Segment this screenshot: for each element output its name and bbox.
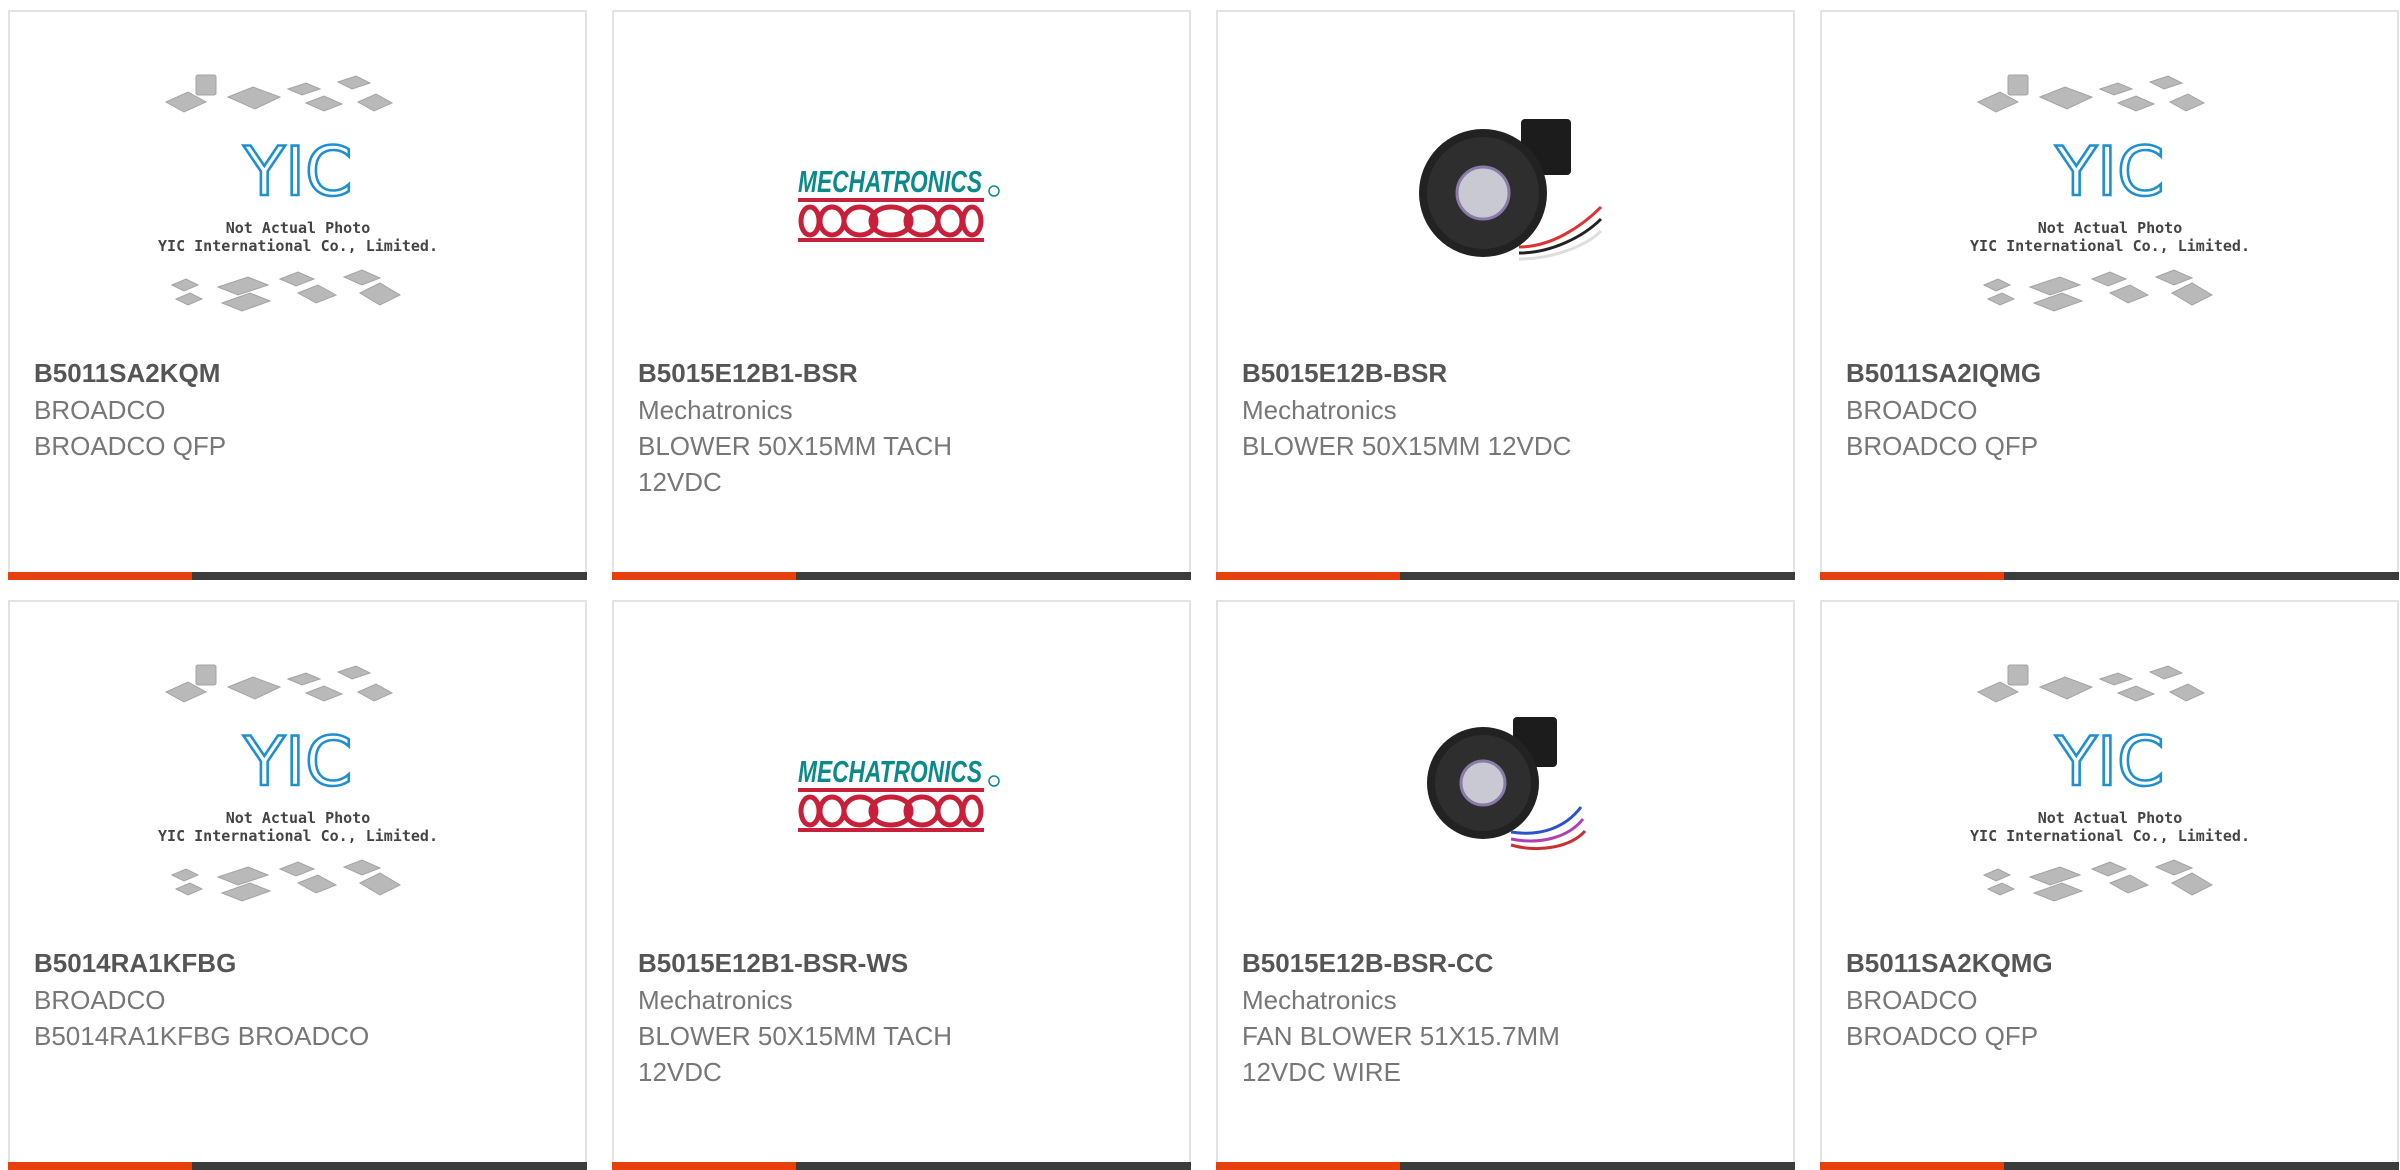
mechatronics-logo: MECHATRONICS: [797, 754, 1000, 832]
manufacturer: BROADCO: [34, 395, 166, 425]
product-card[interactable]: B5015E12B-BSR-CC Mechatronics FAN BLOWER…: [1216, 600, 1795, 1170]
description: BROADCO QFP: [1846, 431, 2039, 461]
product-card[interactable]: MECHATRONICS B5015E12B1-BSR-WS Mechatron…: [612, 600, 1191, 1170]
product-image[interactable]: YIC Not Actual Photo YIC International C…: [1822, 642, 2397, 942]
card-footer-bar: [1216, 572, 1795, 580]
manufacturer: BROADCO: [1846, 985, 1978, 1015]
card-footer-bar: [8, 572, 587, 580]
manufacturer: Mechatronics: [1242, 395, 1397, 425]
product-image[interactable]: [1218, 52, 1793, 352]
yic-logo: YIC: [2054, 723, 2164, 802]
svg-text:MECHATRONICS: MECHATRONICS: [798, 754, 982, 789]
yic-placeholder-image: YIC Not Actual Photo YIC International C…: [1970, 664, 2250, 902]
product-card[interactable]: YIC Not Actual Photo YIC International C…: [1820, 600, 2399, 1170]
yic-placeholder-image: YIC Not Actual Photo YIC International C…: [1970, 74, 2250, 312]
product-info: B5015E12B-BSR-CC Mechatronics FAN BLOWER…: [1242, 944, 1773, 1090]
product-info: B5011SA2KQMG BROADCO BROADCO QFP: [1846, 944, 2377, 1054]
card-footer-bar: [612, 1162, 1191, 1170]
part-number[interactable]: B5011SA2IQMG: [1846, 354, 2377, 392]
placeholder-caption: Not Actual Photo: [2037, 809, 2182, 827]
description: BLOWER 50X15MM 12VDC: [1242, 431, 1572, 461]
description: BROADCO QFP: [34, 431, 227, 461]
manufacturer: BROADCO: [1846, 395, 1978, 425]
yic-logo: YIC: [242, 133, 352, 212]
part-number[interactable]: B5014RA1KFBG: [34, 944, 565, 982]
placeholder-company: YIC International Co., Limited.: [158, 237, 438, 255]
yic-logo: YIC: [242, 723, 352, 802]
part-number[interactable]: B5015E12B-BSR-CC: [1242, 944, 1773, 982]
yic-logo: YIC: [2054, 133, 2164, 212]
product-info: B5015E12B1-BSR-WS Mechatronics BLOWER 50…: [638, 944, 1169, 1090]
product-image[interactable]: MECHATRONICS: [614, 642, 1189, 942]
description: BLOWER 50X15MM TACH 12VDC: [638, 1021, 953, 1087]
manufacturer: Mechatronics: [1242, 985, 1397, 1015]
product-info: B5015E12B1-BSR Mechatronics BLOWER 50X15…: [638, 354, 1169, 500]
description: FAN BLOWER 51X15.7MM 12VDC WIRE: [1242, 1021, 1560, 1087]
card-footer-bar: [8, 1162, 587, 1170]
card-footer-bar: [1216, 1162, 1795, 1170]
product-image[interactable]: YIC Not Actual Photo YIC International C…: [10, 642, 585, 942]
svg-text:MECHATRONICS: MECHATRONICS: [798, 164, 982, 199]
card-footer-bar: [1820, 572, 2399, 580]
product-image[interactable]: YIC Not Actual Photo YIC International C…: [1822, 52, 2397, 352]
placeholder-company: YIC International Co., Limited.: [158, 827, 438, 845]
blower-fan-photo: [1426, 717, 1586, 851]
yic-placeholder-image: YIC Not Actual Photo YIC International C…: [158, 664, 438, 902]
part-number[interactable]: B5011SA2KQM: [34, 354, 565, 392]
manufacturer: Mechatronics: [638, 395, 793, 425]
card-footer-bar: [1820, 1162, 2399, 1170]
part-number[interactable]: B5015E12B1-BSR: [638, 354, 1169, 392]
placeholder-caption: Not Actual Photo: [225, 809, 370, 827]
manufacturer: Mechatronics: [638, 985, 793, 1015]
part-number[interactable]: B5011SA2KQMG: [1846, 944, 2377, 982]
product-card[interactable]: B5015E12B-BSR Mechatronics BLOWER 50X15M…: [1216, 10, 1795, 580]
blower-fan-photo: [1418, 119, 1602, 261]
description: BROADCO QFP: [1846, 1021, 2039, 1051]
description: BLOWER 50X15MM TACH 12VDC: [638, 431, 953, 497]
placeholder-company: YIC International Co., Limited.: [1970, 237, 2250, 255]
product-image[interactable]: YIC Not Actual Photo YIC International C…: [10, 52, 585, 352]
placeholder-company: YIC International Co., Limited.: [1970, 827, 2250, 845]
product-image[interactable]: MECHATRONICS: [614, 52, 1189, 352]
product-info: B5011SA2IQMG BROADCO BROADCO QFP: [1846, 354, 2377, 464]
part-number[interactable]: B5015E12B-BSR: [1242, 354, 1773, 392]
product-info: B5014RA1KFBG BROADCO B5014RA1KFBG BROADC…: [34, 944, 565, 1054]
description: B5014RA1KFBG BROADCO: [34, 1021, 370, 1051]
product-grid: YIC Not Actual Photo YIC International C…: [8, 10, 2400, 1170]
part-number[interactable]: B5015E12B1-BSR-WS: [638, 944, 1169, 982]
placeholder-caption: Not Actual Photo: [2037, 219, 2182, 237]
placeholder-caption: Not Actual Photo: [225, 219, 370, 237]
product-card[interactable]: MECHATRONICS B5015E12B1-BSR Mechatronics…: [612, 10, 1191, 580]
product-card[interactable]: YIC Not Actual Photo YIC International C…: [8, 600, 587, 1170]
manufacturer: BROADCO: [34, 985, 166, 1015]
product-card[interactable]: YIC Not Actual Photo YIC International C…: [1820, 10, 2399, 580]
card-footer-bar: [612, 572, 1191, 580]
mechatronics-logo: MECHATRONICS: [797, 164, 1000, 242]
product-image[interactable]: [1218, 642, 1793, 942]
yic-placeholder-image: YIC Not Actual Photo YIC International C…: [158, 74, 438, 312]
product-card[interactable]: YIC Not Actual Photo YIC International C…: [8, 10, 587, 580]
product-info: B5011SA2KQM BROADCO BROADCO QFP: [34, 354, 565, 464]
product-info: B5015E12B-BSR Mechatronics BLOWER 50X15M…: [1242, 354, 1773, 464]
